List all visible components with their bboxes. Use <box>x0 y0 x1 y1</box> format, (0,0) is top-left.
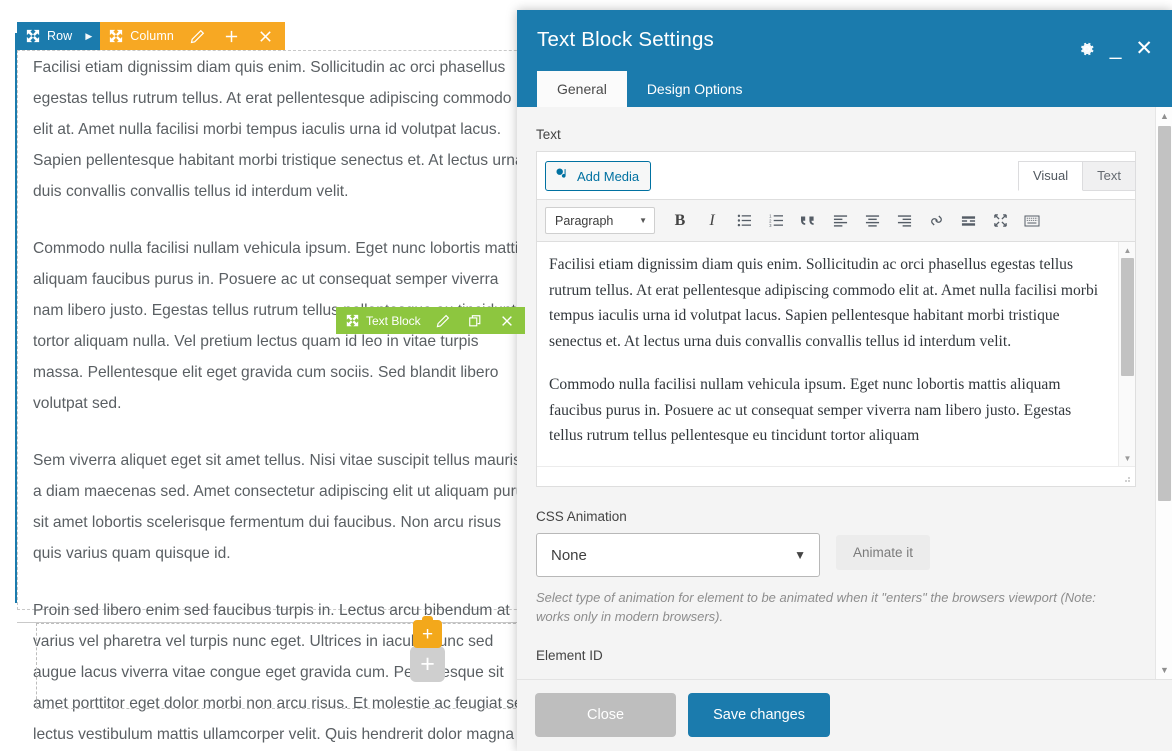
tab-design-options[interactable]: Design Options <box>627 71 763 108</box>
plus-icon[interactable] <box>222 25 242 47</box>
modal-body-content: Text Add Media Visual Text Paragraph ▼ B… <box>517 107 1155 679</box>
editor-format-toolbar: Paragraph ▼ B I 123 <box>537 199 1135 242</box>
modal-body: Text Add Media Visual Text Paragraph ▼ B… <box>517 107 1172 679</box>
modal-header: Text Block Settings _ ✕ General Design O… <box>517 10 1172 108</box>
pencil-icon[interactable] <box>188 25 208 47</box>
modal-header-actions: _ ✕ <box>1078 38 1153 59</box>
editor-paragraph: Facilisi etiam dignissim diam quis enim.… <box>549 256 1099 350</box>
paragraph-format-select[interactable]: Paragraph ▼ <box>545 207 655 234</box>
paragraph-format-value: Paragraph <box>555 213 614 228</box>
gear-icon[interactable] <box>1078 40 1096 58</box>
page-paragraph: Sem viverra aliquet eget sit amet tellus… <box>33 452 533 562</box>
tab-general[interactable]: General <box>537 71 627 108</box>
add-row-button[interactable]: + <box>410 646 445 682</box>
link-icon[interactable] <box>920 208 952 234</box>
page-paragraph: Facilisi etiam dignissim diam quis enim.… <box>33 59 524 200</box>
save-changes-button[interactable]: Save changes <box>688 693 830 737</box>
editor-scrollbar-thumb[interactable] <box>1121 258 1134 376</box>
row-label: Row <box>47 29 73 43</box>
wysiwyg-editor: Add Media Visual Text Paragraph ▼ B I 1 … <box>536 151 1136 487</box>
css-animation-label: CSS Animation <box>536 509 627 524</box>
align-center-icon[interactable] <box>856 208 888 234</box>
align-right-icon[interactable] <box>888 208 920 234</box>
add-media-label: Add Media <box>577 168 640 184</box>
align-left-icon[interactable] <box>824 208 856 234</box>
chevron-right-icon[interactable]: ▶ <box>85 31 92 42</box>
empty-drop-area[interactable] <box>36 623 540 709</box>
animate-it-button[interactable]: Animate it <box>836 535 931 570</box>
editor-scrollbar[interactable]: ▲ ▼ <box>1118 242 1135 466</box>
editor-top-bar: Add Media Visual Text <box>537 152 1136 191</box>
media-icon <box>555 167 570 185</box>
page-builder-canvas: Facilisi etiam dignissim diam quis enim.… <box>0 0 540 751</box>
row-toolbar-segment[interactable]: Row ▶ <box>17 22 101 50</box>
blockquote-icon[interactable] <box>792 208 824 234</box>
chevron-down-icon: ▼ <box>639 216 647 225</box>
bold-icon[interactable]: B <box>664 208 696 234</box>
modal-tabs: General Design Options <box>537 70 1150 108</box>
text-block-element-toolbar[interactable]: Text Block <box>336 307 525 334</box>
column-label: Column <box>130 29 174 43</box>
close-icon[interactable]: ✕ <box>1135 38 1153 59</box>
editor-mode-tabs: Visual Text <box>1017 161 1136 191</box>
minimize-icon[interactable]: _ <box>1110 38 1122 59</box>
row-column-toolbar: Row ▶ Column <box>17 22 285 50</box>
bulleted-list-icon[interactable] <box>728 208 760 234</box>
scroll-up-icon[interactable]: ▲ <box>1119 243 1135 257</box>
fullscreen-icon[interactable] <box>984 208 1016 234</box>
move-arrows-icon[interactable] <box>345 314 359 328</box>
modal-footer: Close Save changes <box>517 679 1172 751</box>
resize-grip-icon[interactable] <box>1121 473 1131 483</box>
tab-visual[interactable]: Visual <box>1017 161 1084 191</box>
app-root: Facilisi etiam dignissim diam quis enim.… <box>0 0 1172 751</box>
editor-resize-bar <box>537 466 1135 486</box>
text-field-label: Text <box>536 127 561 142</box>
tab-text[interactable]: Text <box>1083 161 1136 191</box>
css-animation-hint: Select type of animation for element to … <box>536 590 1096 624</box>
editor-paragraph: Commodo nulla facilisi nullam vehicula i… <box>549 376 1072 444</box>
plus-icon: + <box>421 623 434 645</box>
copy-icon[interactable] <box>465 311 485 331</box>
modal-scrollbar[interactable]: ▲ ▼ <box>1155 107 1172 679</box>
element-toolbar-label: Text Block <box>366 313 421 328</box>
editor-text[interactable]: Facilisi etiam dignissim diam quis enim.… <box>537 242 1117 466</box>
move-arrows-icon[interactable] <box>26 29 40 43</box>
close-icon[interactable] <box>497 311 517 331</box>
scroll-down-icon[interactable]: ▼ <box>1119 451 1135 465</box>
modal-title: Text Block Settings <box>537 28 714 51</box>
scroll-up-icon[interactable]: ▲ <box>1156 108 1172 124</box>
css-animation-select[interactable]: None ▼ <box>536 533 820 577</box>
plus-icon: + <box>420 649 435 678</box>
css-animation-row: None ▼ Animate it <box>536 533 1136 577</box>
toolbar-toggle-icon[interactable] <box>1016 208 1048 234</box>
element-id-label: Element ID <box>536 648 603 663</box>
add-element-button[interactable]: + <box>413 616 442 648</box>
editor-content-area[interactable]: Facilisi etiam dignissim diam quis enim.… <box>537 242 1135 466</box>
scroll-down-icon[interactable]: ▼ <box>1156 662 1172 678</box>
svg-text:3: 3 <box>769 223 772 227</box>
add-media-button[interactable]: Add Media <box>545 161 652 191</box>
numbered-list-icon[interactable]: 123 <box>760 208 792 234</box>
pencil-icon[interactable] <box>433 311 453 331</box>
close-button[interactable]: Close <box>535 693 677 737</box>
close-icon[interactable] <box>256 25 276 47</box>
column-toolbar-segment[interactable]: Column <box>100 22 285 50</box>
read-more-icon[interactable] <box>952 208 984 234</box>
modal-scrollbar-thumb[interactable] <box>1158 126 1171 501</box>
text-block-settings-modal: Text Block Settings _ ✕ General Design O… <box>517 10 1172 751</box>
move-arrows-icon[interactable] <box>109 29 123 43</box>
italic-icon[interactable]: I <box>696 208 728 234</box>
css-animation-value: None <box>551 546 587 564</box>
chevron-down-icon: ▼ <box>794 548 806 562</box>
